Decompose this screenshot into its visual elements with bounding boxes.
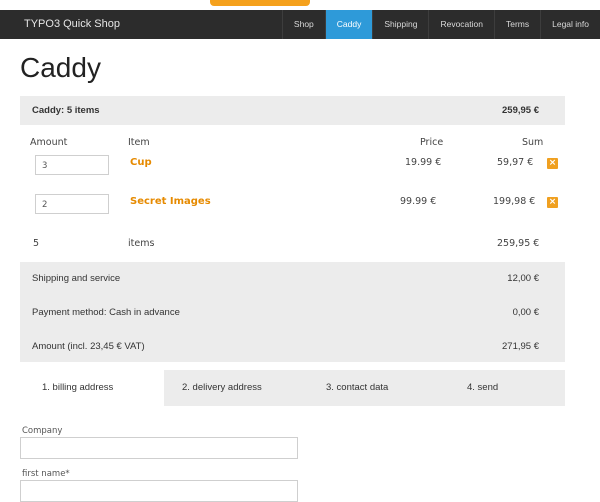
col-amount: Amount	[30, 137, 68, 148]
items-count: 5	[33, 238, 40, 249]
item-link-cup[interactable]: Cup	[130, 157, 152, 168]
checkout-tabs: 1. billing address 2. delivery address 3…	[20, 370, 565, 406]
col-price: Price	[420, 137, 444, 148]
items-label: items	[128, 238, 155, 249]
tab-send[interactable]: 4. send	[467, 370, 498, 406]
tab-delivery-address[interactable]: 2. delivery address	[182, 370, 262, 406]
first-name-label: first name*	[22, 469, 70, 479]
nav-shop[interactable]: Shop	[281, 10, 325, 39]
shipping-value: 12,00 €	[507, 273, 539, 284]
tab-contact-data[interactable]: 3. contact data	[326, 370, 388, 406]
col-sum: Sum	[522, 137, 544, 148]
nav-shipping[interactable]: Shipping	[372, 10, 428, 39]
main-nav: Shop Caddy Shipping Revocation Terms Leg…	[281, 10, 600, 39]
brand[interactable]: TYPO3 Quick Shop	[24, 10, 120, 39]
item-sum: 59,97 €	[497, 157, 534, 168]
item-sum: 199,98 €	[493, 196, 536, 207]
amount-value: 271,95 €	[502, 341, 539, 352]
item-price: 19.99 €	[405, 157, 442, 168]
items-total: 259,95 €	[497, 238, 540, 249]
item-price: 99.99 €	[400, 196, 437, 207]
nav-caddy[interactable]: Caddy	[324, 10, 373, 39]
payment-label: Payment method: Cash in advance	[32, 307, 180, 318]
company-label: Company	[22, 426, 63, 436]
col-item: Item	[128, 137, 150, 148]
first-name-field[interactable]	[20, 480, 298, 502]
shipping-label: Shipping and service	[32, 273, 121, 284]
page-title: Caddy	[20, 52, 101, 83]
tab-billing-address[interactable]: 1. billing address	[20, 370, 164, 406]
payment-value: 0,00 €	[512, 307, 539, 318]
top-strip	[0, 0, 600, 10]
totals-block: Shipping and service 12,00 € Payment met…	[20, 262, 565, 362]
item-link-secret-images[interactable]: Secret Images	[130, 196, 211, 207]
summary-label: Caddy: 5 items	[32, 105, 100, 116]
remove-item-icon[interactable]: ×	[547, 197, 558, 208]
company-field[interactable]	[20, 437, 298, 459]
navbar: TYPO3 Quick Shop Shop Caddy Shipping Rev…	[0, 10, 600, 39]
remove-item-icon[interactable]: ×	[547, 158, 558, 169]
top-accent-bar	[210, 0, 310, 6]
quantity-input[interactable]: 2	[35, 194, 109, 214]
nav-legal-info[interactable]: Legal info	[540, 10, 600, 39]
quantity-input[interactable]: 3	[35, 155, 109, 175]
summary-total: 259,95 €	[502, 105, 539, 116]
nav-revocation[interactable]: Revocation	[428, 10, 494, 39]
caddy-summary: Caddy: 5 items 259,95 €	[20, 96, 565, 125]
amount-label: Amount (incl. 23,45 € VAT)	[32, 341, 145, 352]
nav-terms[interactable]: Terms	[493, 10, 540, 39]
